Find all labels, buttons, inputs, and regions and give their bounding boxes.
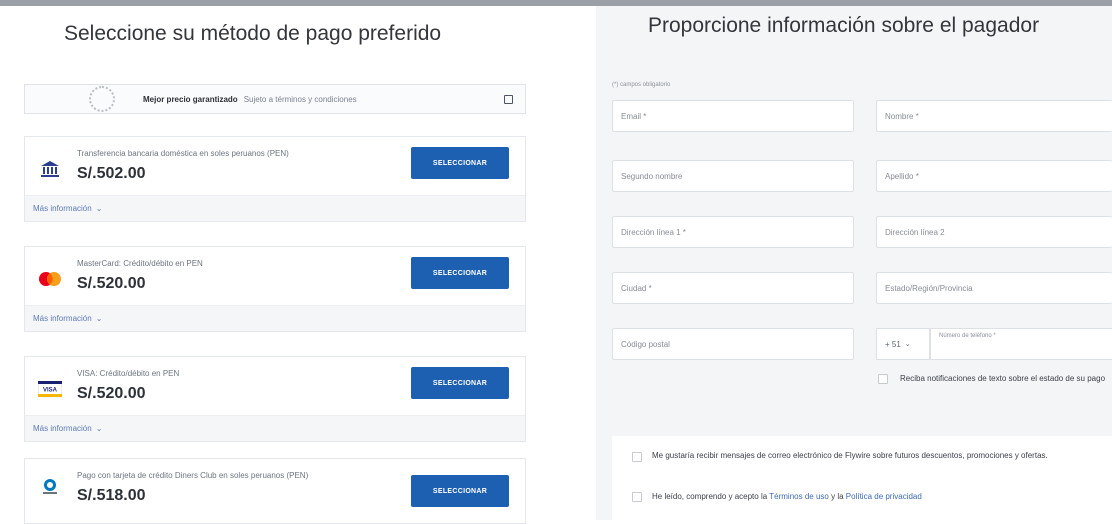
postal-code-field[interactable]: Código postal [612,328,854,360]
payment-option-diners: Pago con tarjeta de crédito Diners Club … [24,458,526,524]
external-link-icon[interactable] [504,94,513,104]
chevron-down-icon: ⌄ [95,424,103,433]
option-description: VISA: Crédito/débito en PEN [77,369,180,378]
address-line1-placeholder: Dirección línea 1 * [621,227,686,237]
option-price: S/.520.00 [77,385,146,402]
middle-name-field[interactable]: Segundo nombre [612,160,854,192]
svg-text:VISA: VISA [43,388,58,394]
more-info-label: Más información [33,424,92,433]
email-optin-checkbox[interactable] [632,452,642,462]
consent-section: Me gustaría recibir mensajes de correo e… [612,436,1112,520]
visa-icon: VISA [37,379,63,399]
select-button[interactable]: SELECCIONAR [411,367,509,399]
required-note: (*) campos obligatorio [612,82,671,88]
postal-code-placeholder: Código postal [621,339,670,349]
option-description: MasterCard: Crédito/débito en PEN [77,259,203,268]
phone-number-field[interactable]: Número de teléfono * [930,328,1112,360]
payer-info-title: Proporcione información sobre el pagador [648,14,1040,37]
phone-number-label: Número de teléfono * [939,333,996,339]
select-button[interactable]: SELECCIONAR [411,147,509,179]
best-price-banner: Mejor precio garantizado Sujeto a términ… [24,84,526,114]
terms-and: y la [831,492,844,501]
email-field[interactable]: Email * [612,100,854,132]
option-description: Pago con tarjeta de crédito Diners Club … [77,471,309,480]
privacy-policy-link[interactable]: Política de privacidad [846,492,922,501]
terms-checkbox[interactable] [632,492,642,502]
city-placeholder: Ciudad * [621,283,652,293]
option-description: Transferencia bancaria doméstica en sole… [77,149,289,158]
email-placeholder: Email * [621,111,647,121]
mastercard-icon [37,269,63,289]
payer-info-panel: Proporcione información sobre el pagador… [596,6,1112,520]
sms-optin-checkbox[interactable] [878,374,888,384]
first-name-placeholder: Nombre * [885,111,919,121]
state-placeholder: Estado/Región/Provincia [885,283,973,293]
state-field[interactable]: Estado/Región/Provincia [876,272,1112,304]
loading-spinner-icon [89,86,115,112]
address-line2-placeholder: Dirección línea 2 [885,227,945,237]
option-price: S/.518.00 [77,487,146,504]
select-button[interactable]: SELECCIONAR [411,257,509,289]
bank-icon [37,159,63,179]
chevron-down-icon: ⌄ [95,314,103,323]
last-name-field[interactable]: Apellido * [876,160,1112,192]
more-info-label: Más información [33,314,92,323]
sms-optin-label: Reciba notificaciones de texto sobre el … [900,374,1106,383]
last-name-placeholder: Apellido * [885,171,919,181]
terms-label: He leído, comprendo y acepto la Términos… [652,491,1092,502]
select-button[interactable]: SELECCIONAR [411,475,509,507]
more-info-toggle[interactable]: Más información ⌄ [25,305,525,331]
promo-subtitle: Sujeto a términos y condiciones [243,94,357,104]
diners-club-icon [37,477,63,497]
first-name-field[interactable]: Nombre * [876,100,1112,132]
payment-option-mastercard: MasterCard: Crédito/débito en PEN S/.520… [24,246,526,332]
payment-option-visa: VISA VISA: Crédito/débito en PEN S/.520.… [24,356,526,442]
option-price: S/.520.00 [77,275,146,292]
promo-title: Mejor precio garantizado [143,94,238,104]
email-optin-label: Me gustaría recibir mensajes de correo e… [652,451,1048,460]
payment-option-bank-transfer: Transferencia bancaria doméstica en sole… [24,136,526,222]
middle-name-placeholder: Segundo nombre [621,171,683,181]
payment-methods-panel: Seleccione su método de pago preferido M… [0,6,540,524]
more-info-toggle[interactable]: Más información ⌄ [25,415,525,441]
terms-of-use-link[interactable]: Términos de uso [769,492,829,501]
phone-country-code-select[interactable]: + 51 ⌄ [876,328,930,360]
country-code-value: + 51 [885,339,901,349]
terms-prefix: He leído, comprendo y acepto la [652,492,768,501]
city-field[interactable]: Ciudad * [612,272,854,304]
chevron-down-icon: ⌄ [904,341,911,348]
more-info-toggle[interactable]: Más información ⌄ [25,195,525,221]
address-line2-field[interactable]: Dirección línea 2 [876,216,1112,248]
address-line1-field[interactable]: Dirección línea 1 * [612,216,854,248]
chevron-down-icon: ⌄ [95,204,103,213]
payment-methods-title: Seleccione su método de pago preferido [64,22,442,45]
option-price: S/.502.00 [77,165,146,182]
more-info-label: Más información [33,204,92,213]
